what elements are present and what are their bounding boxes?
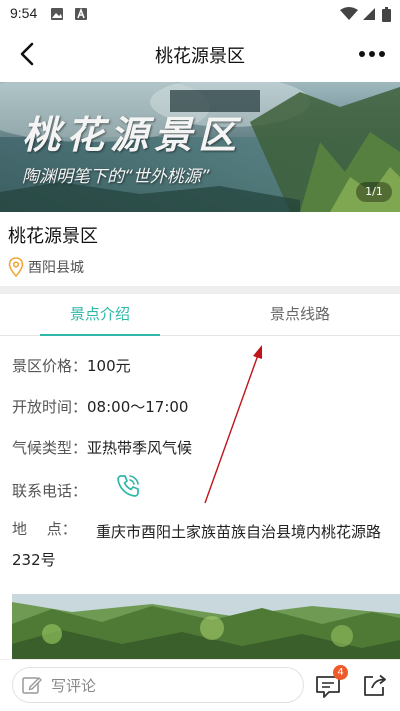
climate-row: 气候类型：亚热带季风气候	[12, 437, 192, 458]
status-bar: 9:54	[0, 0, 400, 28]
battery-icon	[382, 7, 391, 22]
signal-icon	[363, 8, 375, 20]
location-pin-icon	[8, 257, 24, 277]
hours-value: 08:00～17:00	[87, 398, 189, 416]
section-divider	[0, 286, 400, 294]
header: 桃花源景区	[0, 28, 400, 80]
scenic-name: 桃花源景区	[8, 226, 98, 247]
scenery-photo	[12, 594, 400, 666]
bottom-bar: 写评论 4	[0, 659, 400, 711]
tab-indicator	[40, 334, 160, 336]
phone-label: 联系电话：	[12, 482, 88, 500]
comment-input[interactable]: 写评论	[12, 667, 304, 703]
status-time: 9:54	[10, 5, 38, 21]
hours-label: 开放时间：	[12, 398, 88, 416]
share-icon[interactable]	[362, 672, 388, 698]
banner-carousel[interactable]: 桃花源景区 陶渊明笔下的“世外桃源” 1/1	[0, 82, 400, 212]
phone-icon[interactable]	[114, 472, 142, 500]
edit-icon	[22, 677, 42, 694]
price-value: 100元	[87, 357, 131, 375]
phone-row: 联系电话：	[12, 480, 87, 501]
tab-introduction[interactable]: 景点介绍	[0, 294, 200, 336]
message-badge: 4	[333, 665, 348, 680]
price-label: 景区价格：	[12, 357, 88, 375]
font-notification-icon	[75, 7, 87, 20]
tab-bar: 景点介绍 景点线路	[0, 294, 400, 336]
page-title: 桃花源景区	[155, 46, 245, 67]
image-notification-icon	[51, 8, 63, 20]
climate-label: 气候类型：	[12, 439, 88, 457]
tab-routes[interactable]: 景点线路	[200, 294, 400, 336]
wifi-icon	[340, 7, 358, 20]
banner-title: 桃花源景区	[22, 112, 243, 157]
more-icon[interactable]	[356, 42, 388, 66]
price-row: 景区价格：100元	[12, 355, 131, 376]
location-text: 酉阳县城	[28, 260, 84, 276]
comment-placeholder: 写评论	[51, 676, 97, 695]
hours-row: 开放时间：08:00～17:00	[12, 396, 188, 417]
climate-value: 亚热带季风气候	[87, 439, 193, 457]
location-row: 酉阳县城	[8, 256, 84, 278]
banner-subtitle: 陶渊明笔下的“世外桃源”	[22, 167, 210, 187]
scenery-image	[12, 594, 400, 666]
page-indicator: 1/1	[356, 182, 392, 202]
address-value: 重庆市酉阳土家族苗族自治县境内桃花源路232号	[12, 523, 382, 569]
